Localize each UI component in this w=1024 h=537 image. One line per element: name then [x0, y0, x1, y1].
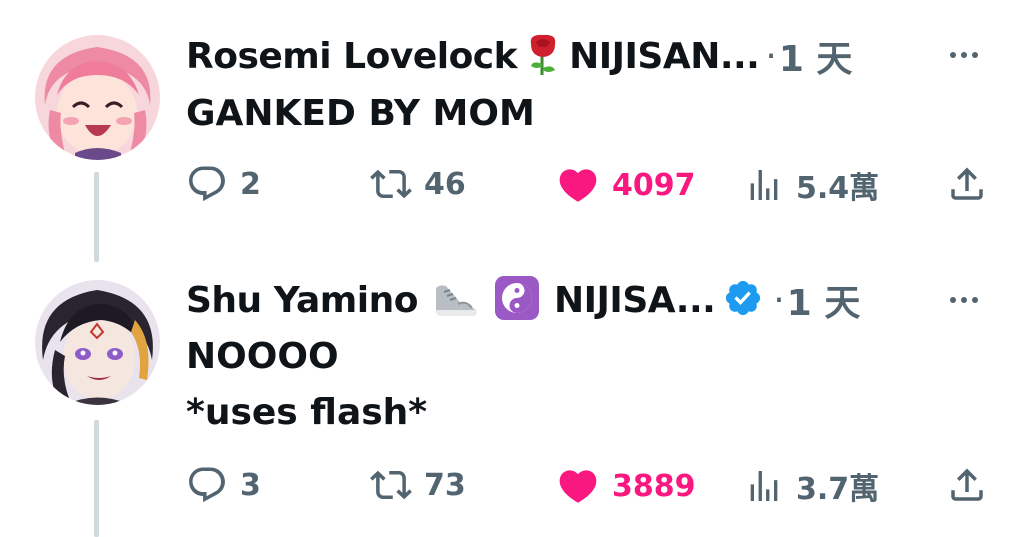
reply-button[interactable]: 2 — [186, 163, 261, 205]
tweet-text: NOOOO *uses flash* — [186, 329, 427, 441]
tweet-line: GANKED BY MOM — [186, 93, 535, 134]
views-chart-icon — [750, 471, 778, 501]
author-suffix[interactable]: NIJISA... — [554, 280, 716, 321]
like-button[interactable]: 4097 — [556, 163, 696, 207]
action-bar: 3 73 3889 3.7萬 — [186, 464, 988, 512]
action-bar: 2 46 4097 5.4萬 — [186, 163, 988, 211]
views-chart-icon — [750, 170, 778, 200]
tweet-header: Rosemi Lovelock NIJISAN... · 1 天 — [186, 32, 852, 80]
author-name[interactable]: Shu Yamino — [186, 280, 419, 321]
like-count: 3889 — [612, 468, 696, 504]
tweet-header: Shu Yamino NIJISA... · 1 天 — [186, 276, 860, 324]
share-icon — [951, 167, 983, 200]
separator: · — [765, 35, 777, 77]
retweet-icon — [370, 169, 412, 199]
retweet-icon — [370, 470, 412, 500]
more-options-icon[interactable] — [950, 297, 978, 303]
reply-button[interactable]: 3 — [186, 464, 261, 506]
heart-filled-icon — [559, 470, 597, 503]
more-options-icon[interactable] — [950, 52, 978, 58]
tweet-line: *uses flash* — [186, 392, 428, 433]
yin-yang-emoji — [494, 275, 540, 325]
like-button[interactable]: 3889 — [556, 464, 696, 508]
reply-count: 2 — [240, 166, 261, 202]
reply-count: 3 — [240, 467, 261, 503]
retweet-count: 46 — [424, 166, 466, 202]
avatar[interactable] — [35, 35, 160, 160]
heart-filled-icon — [559, 169, 597, 202]
views-button[interactable]: 3.7萬 — [744, 464, 879, 508]
thread-line — [94, 420, 99, 537]
share-button[interactable] — [946, 464, 988, 506]
retweet-count: 73 — [424, 467, 466, 503]
like-count: 4097 — [612, 167, 696, 203]
separator: · — [773, 279, 785, 321]
verified-badge-icon — [723, 278, 763, 322]
timestamp[interactable]: 1 天 — [779, 30, 853, 82]
author-name[interactable]: Rosemi Lovelock — [186, 36, 518, 77]
avatar[interactable] — [35, 280, 160, 405]
retweet-button[interactable]: 46 — [370, 163, 466, 205]
thread-line — [94, 172, 99, 262]
views-count: 5.4萬 — [796, 171, 880, 206]
views-button[interactable]: 5.4萬 — [744, 163, 879, 207]
sneaker-emoji — [430, 276, 480, 324]
retweet-button[interactable]: 73 — [370, 464, 466, 506]
views-count: 3.7萬 — [796, 472, 880, 507]
reply-icon — [189, 166, 225, 202]
reply-icon — [189, 467, 225, 503]
rose-emoji — [521, 32, 565, 80]
author-suffix[interactable]: NIJISAN... — [569, 36, 760, 77]
timestamp[interactable]: 1 天 — [787, 274, 861, 326]
share-icon — [951, 468, 983, 501]
tweet-line: NOOOO — [186, 336, 339, 377]
tweet-text: GANKED BY MOM — [186, 86, 535, 142]
share-button[interactable] — [946, 163, 988, 205]
